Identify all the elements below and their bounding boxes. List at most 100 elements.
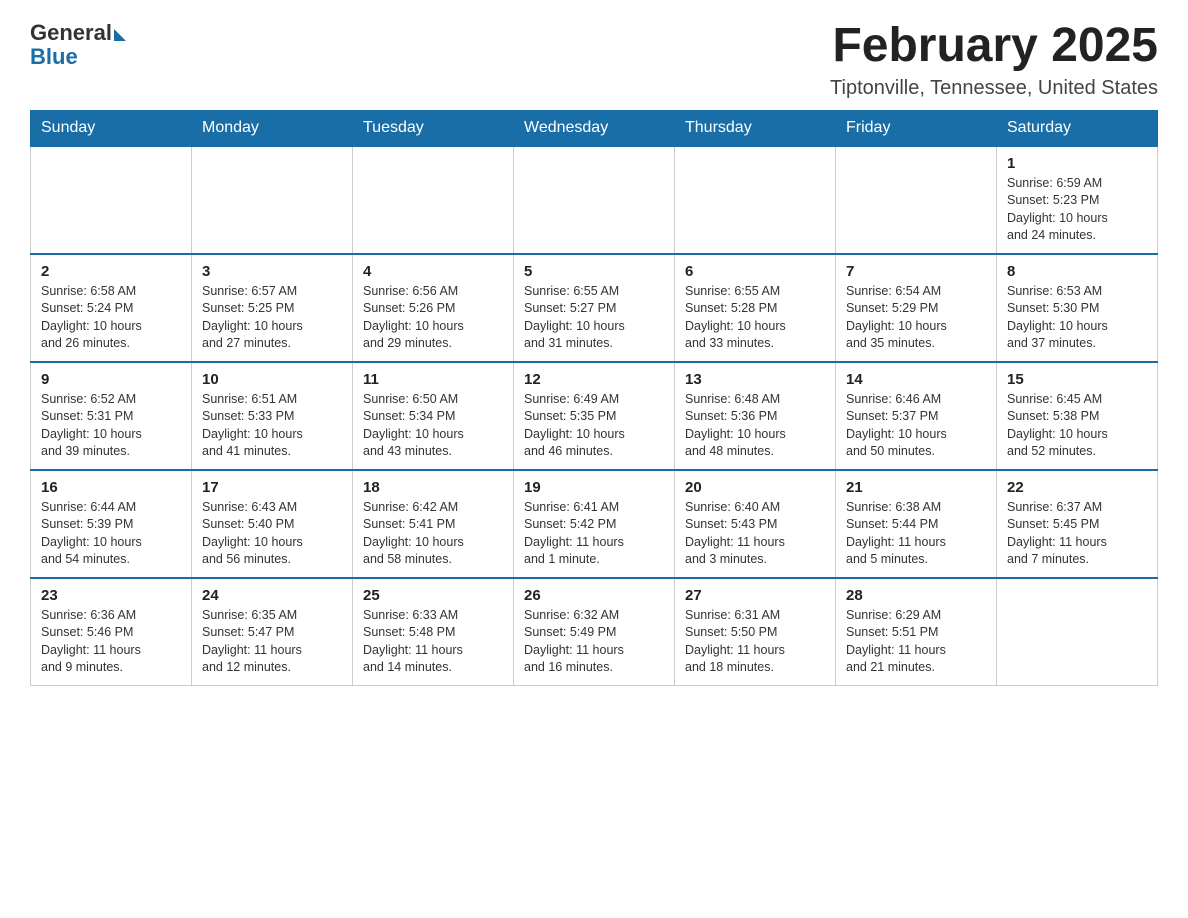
calendar-day-cell: 27 Sunrise: 6:31 AM Sunset: 5:50 PM Dayli… — [675, 578, 836, 686]
calendar-week-row: 16 Sunrise: 6:44 AM Sunset: 5:39 PM Dayli… — [31, 470, 1158, 578]
day-number: 20 — [685, 479, 825, 496]
title-section: February 2025 Tiptonville, Tennessee, Un… — [830, 20, 1158, 100]
calendar-day-cell: 24Sunrise: 6:35 AM Sunset: 5:47 PM Dayli… — [192, 578, 353, 686]
weekday-header-sunday: Sunday — [31, 110, 192, 146]
weekday-header-monday: Monday — [192, 110, 353, 146]
day-info: Sunrise: 6:35 AM Sunset: 5:47 PM Dayligh… — [202, 607, 342, 677]
calendar-day-cell: 26Sunrise: 6:32 AM Sunset: 5:49 PM Dayli… — [514, 578, 675, 686]
day-number: 16 — [41, 479, 181, 496]
weekday-header-friday: Friday — [836, 110, 997, 146]
calendar-day-cell: 3 Sunrise: 6:57 AM Sunset: 5:25 PM Daylig… — [192, 254, 353, 362]
calendar-day-cell: 17 Sunrise: 6:43 AM Sunset: 5:40 PM Dayli… — [192, 470, 353, 578]
day-info: Sunrise: 6:49 AM Sunset: 5:35 PM Dayligh… — [524, 391, 664, 461]
day-info: Sunrise: 6:59 AM Sunset: 5:23 PM Dayligh… — [1007, 175, 1147, 245]
day-info: Sunrise: 6:43 AM Sunset: 5:40 PM Dayligh… — [202, 499, 342, 569]
calendar-day-cell — [836, 146, 997, 254]
day-number: 19 — [524, 479, 664, 496]
day-info: Sunrise: 6:57 AM Sunset: 5:25 PM Dayligh… — [202, 283, 342, 353]
calendar-day-cell: 5Sunrise: 6:55 AM Sunset: 5:27 PM Daylig… — [514, 254, 675, 362]
weekday-header-thursday: Thursday — [675, 110, 836, 146]
calendar-day-cell: 8 Sunrise: 6:53 AM Sunset: 5:30 PM Daylig… — [997, 254, 1158, 362]
calendar-week-row: 9Sunrise: 6:52 AM Sunset: 5:31 PM Daylig… — [31, 362, 1158, 470]
day-info: Sunrise: 6:36 AM Sunset: 5:46 PM Dayligh… — [41, 607, 181, 677]
day-info: Sunrise: 6:46 AM Sunset: 5:37 PM Dayligh… — [846, 391, 986, 461]
day-number: 1 — [1007, 155, 1147, 172]
calendar-table: SundayMondayTuesdayWednesdayThursdayFrid… — [30, 110, 1158, 686]
day-number: 13 — [685, 371, 825, 388]
calendar-week-row: 1 Sunrise: 6:59 AM Sunset: 5:23 PM Daylig… — [31, 146, 1158, 254]
weekday-header-tuesday: Tuesday — [353, 110, 514, 146]
weekday-header-saturday: Saturday — [997, 110, 1158, 146]
calendar-day-cell: 10 Sunrise: 6:51 AM Sunset: 5:33 PM Dayli… — [192, 362, 353, 470]
day-number: 21 — [846, 479, 986, 496]
calendar-day-cell: 21 Sunrise: 6:38 AM Sunset: 5:44 PM Dayli… — [836, 470, 997, 578]
day-number: 26 — [524, 587, 664, 604]
logo: General Blue — [30, 20, 126, 70]
day-info: Sunrise: 6:55 AM Sunset: 5:27 PM Dayligh… — [524, 283, 664, 353]
calendar-day-cell: 23 Sunrise: 6:36 AM Sunset: 5:46 PM Dayli… — [31, 578, 192, 686]
day-number: 14 — [846, 371, 986, 388]
day-number: 2 — [41, 263, 181, 280]
day-number: 3 — [202, 263, 342, 280]
day-info: Sunrise: 6:44 AM Sunset: 5:39 PM Dayligh… — [41, 499, 181, 569]
day-number: 25 — [363, 587, 503, 604]
calendar-day-cell: 28 Sunrise: 6:29 AM Sunset: 5:51 PM Dayli… — [836, 578, 997, 686]
day-number: 11 — [363, 371, 503, 388]
day-number: 15 — [1007, 371, 1147, 388]
day-info: Sunrise: 6:55 AM Sunset: 5:28 PM Dayligh… — [685, 283, 825, 353]
day-info: Sunrise: 6:51 AM Sunset: 5:33 PM Dayligh… — [202, 391, 342, 461]
day-info: Sunrise: 6:31 AM Sunset: 5:50 PM Dayligh… — [685, 607, 825, 677]
calendar-day-cell: 13 Sunrise: 6:48 AM Sunset: 5:36 PM Dayli… — [675, 362, 836, 470]
day-number: 28 — [846, 587, 986, 604]
calendar-day-cell: 20 Sunrise: 6:40 AM Sunset: 5:43 PM Dayli… — [675, 470, 836, 578]
weekday-header-wednesday: Wednesday — [514, 110, 675, 146]
day-number: 12 — [524, 371, 664, 388]
day-number: 6 — [685, 263, 825, 280]
logo-arrow-icon — [114, 29, 126, 41]
day-info: Sunrise: 6:54 AM Sunset: 5:29 PM Dayligh… — [846, 283, 986, 353]
month-title: February 2025 — [830, 20, 1158, 73]
calendar-day-cell: 22 Sunrise: 6:37 AM Sunset: 5:45 PM Dayli… — [997, 470, 1158, 578]
day-info: Sunrise: 6:42 AM Sunset: 5:41 PM Dayligh… — [363, 499, 503, 569]
calendar-day-cell: 7 Sunrise: 6:54 AM Sunset: 5:29 PM Daylig… — [836, 254, 997, 362]
calendar-day-cell: 9Sunrise: 6:52 AM Sunset: 5:31 PM Daylig… — [31, 362, 192, 470]
day-number: 22 — [1007, 479, 1147, 496]
day-number: 18 — [363, 479, 503, 496]
calendar-day-cell: 4Sunrise: 6:56 AM Sunset: 5:26 PM Daylig… — [353, 254, 514, 362]
day-info: Sunrise: 6:50 AM Sunset: 5:34 PM Dayligh… — [363, 391, 503, 461]
day-info: Sunrise: 6:53 AM Sunset: 5:30 PM Dayligh… — [1007, 283, 1147, 353]
calendar-day-cell: 25Sunrise: 6:33 AM Sunset: 5:48 PM Dayli… — [353, 578, 514, 686]
day-info: Sunrise: 6:56 AM Sunset: 5:26 PM Dayligh… — [363, 283, 503, 353]
calendar-day-cell: 19 Sunrise: 6:41 AM Sunset: 5:42 PM Dayli… — [514, 470, 675, 578]
calendar-day-cell: 1 Sunrise: 6:59 AM Sunset: 5:23 PM Daylig… — [997, 146, 1158, 254]
day-info: Sunrise: 6:38 AM Sunset: 5:44 PM Dayligh… — [846, 499, 986, 569]
day-info: Sunrise: 6:41 AM Sunset: 5:42 PM Dayligh… — [524, 499, 664, 569]
day-number: 27 — [685, 587, 825, 604]
page-header: General Blue February 2025 Tiptonville, … — [30, 20, 1158, 100]
calendar-week-row: 2 Sunrise: 6:58 AM Sunset: 5:24 PM Daylig… — [31, 254, 1158, 362]
location-text: Tiptonville, Tennessee, United States — [830, 77, 1158, 100]
calendar-day-cell: 16 Sunrise: 6:44 AM Sunset: 5:39 PM Dayli… — [31, 470, 192, 578]
calendar-day-cell — [353, 146, 514, 254]
day-number: 10 — [202, 371, 342, 388]
day-number: 7 — [846, 263, 986, 280]
day-info: Sunrise: 6:58 AM Sunset: 5:24 PM Dayligh… — [41, 283, 181, 353]
day-number: 23 — [41, 587, 181, 604]
day-info: Sunrise: 6:37 AM Sunset: 5:45 PM Dayligh… — [1007, 499, 1147, 569]
calendar-day-cell: 11 Sunrise: 6:50 AM Sunset: 5:34 PM Dayli… — [353, 362, 514, 470]
calendar-day-cell — [997, 578, 1158, 686]
day-info: Sunrise: 6:45 AM Sunset: 5:38 PM Dayligh… — [1007, 391, 1147, 461]
day-info: Sunrise: 6:29 AM Sunset: 5:51 PM Dayligh… — [846, 607, 986, 677]
day-number: 17 — [202, 479, 342, 496]
day-info: Sunrise: 6:40 AM Sunset: 5:43 PM Dayligh… — [685, 499, 825, 569]
calendar-day-cell: 18 Sunrise: 6:42 AM Sunset: 5:41 PM Dayli… — [353, 470, 514, 578]
logo-blue-text: Blue — [30, 44, 78, 70]
calendar-day-cell — [675, 146, 836, 254]
day-number: 8 — [1007, 263, 1147, 280]
calendar-day-cell: 2 Sunrise: 6:58 AM Sunset: 5:24 PM Daylig… — [31, 254, 192, 362]
calendar-header-row: SundayMondayTuesdayWednesdayThursdayFrid… — [31, 110, 1158, 146]
calendar-day-cell: 14 Sunrise: 6:46 AM Sunset: 5:37 PM Dayli… — [836, 362, 997, 470]
day-info: Sunrise: 6:48 AM Sunset: 5:36 PM Dayligh… — [685, 391, 825, 461]
calendar-day-cell: 12 Sunrise: 6:49 AM Sunset: 5:35 PM Dayli… — [514, 362, 675, 470]
calendar-day-cell — [514, 146, 675, 254]
